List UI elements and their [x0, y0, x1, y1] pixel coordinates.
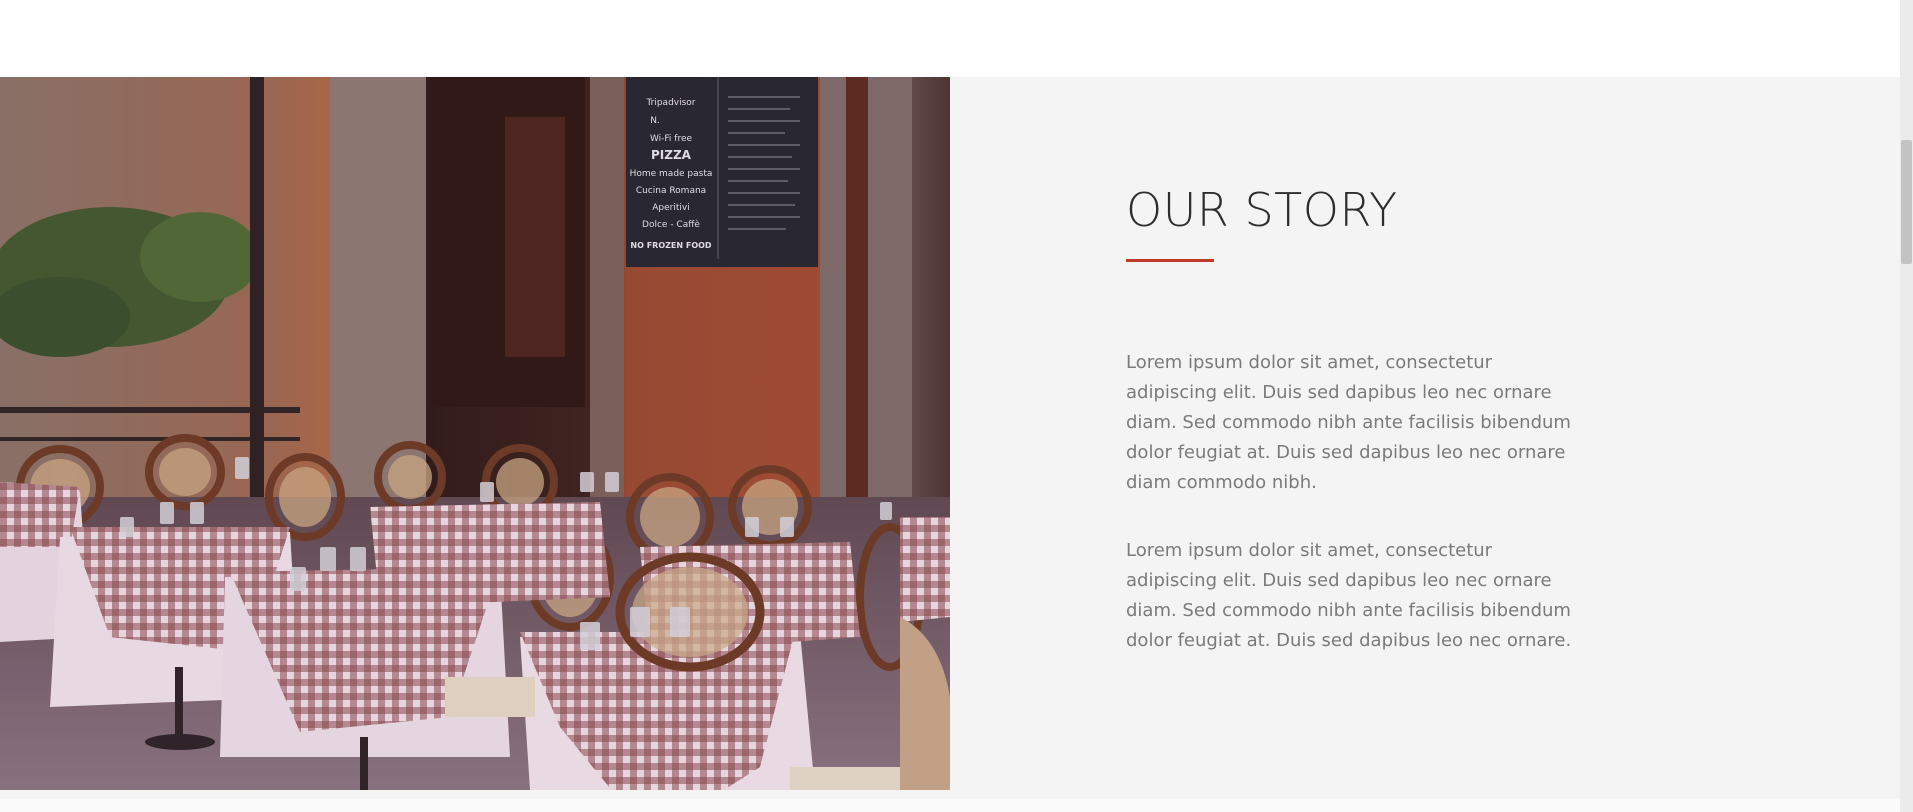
page: Tripadvisor N. Wi-Fi free PIZZA Home mad…: [0, 0, 1913, 812]
bottom-spacer: [0, 799, 1900, 812]
title-underline: [1126, 259, 1214, 262]
story-content: OUR STORY Lorem ipsum dolor sit amet, co…: [1126, 187, 1576, 656]
scrollbar-thumb[interactable]: [1901, 140, 1912, 264]
restaurant-photo-illustration: Tripadvisor N. Wi-Fi free PIZZA Home mad…: [0, 77, 950, 790]
vertical-scrollbar[interactable]: [1900, 0, 1913, 812]
story-paragraph-1: Lorem ipsum dolor sit amet, consectetur …: [1126, 352, 1571, 493]
top-spacer: [0, 0, 1900, 77]
story-title: OUR STORY: [1126, 183, 1398, 237]
story-paragraph-2: Lorem ipsum dolor sit amet, consectetur …: [1126, 540, 1572, 651]
our-story-section: Tripadvisor N. Wi-Fi free PIZZA Home mad…: [0, 77, 1900, 799]
restaurant-photo: Tripadvisor N. Wi-Fi free PIZZA Home mad…: [0, 77, 950, 790]
